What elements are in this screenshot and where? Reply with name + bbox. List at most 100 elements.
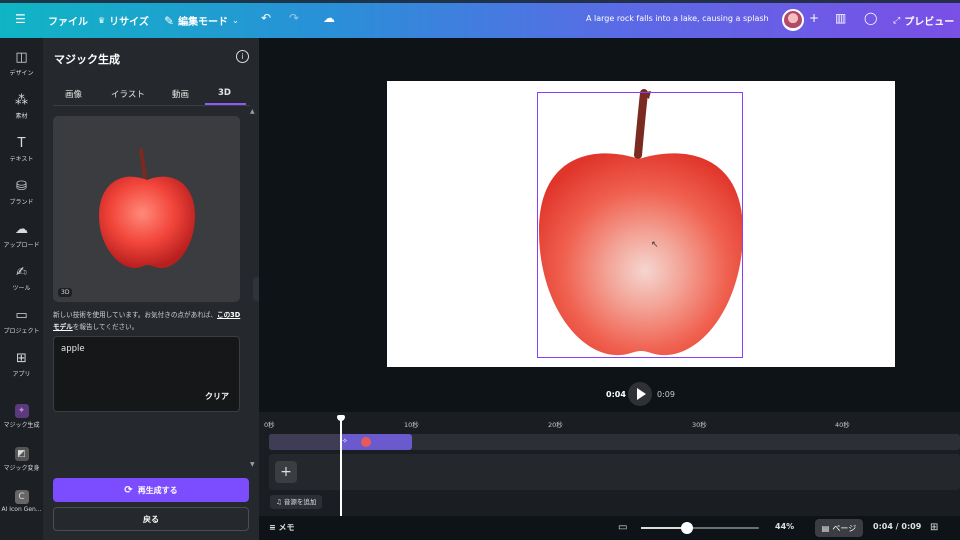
notes-button[interactable]: ≡ メモ [269, 522, 295, 533]
back-button[interactable]: 戻る [53, 507, 249, 531]
plus-icon: + [809, 11, 820, 25]
undo-icon: ↶ [261, 11, 272, 25]
rail-label: テキスト [9, 156, 34, 163]
active-tab-indicator [205, 103, 246, 105]
play-button[interactable] [628, 382, 652, 406]
clip-trimmed-region [269, 434, 340, 450]
tab-image[interactable]: 画像 [65, 88, 82, 100]
redo-icon: ↷ [289, 11, 300, 25]
rail-item-upload[interactable]: ☁ アップロード [0, 222, 43, 249]
hamburger-icon: ☰ [15, 12, 26, 26]
rail-item-brand[interactable]: ⛁ ブランド [0, 179, 43, 206]
menu-button[interactable]: ☰ [15, 12, 26, 26]
cloud-save-button[interactable]: ☁ [323, 11, 335, 25]
add-page-button[interactable]: + [275, 461, 297, 483]
music-note-icon: ♫ [276, 498, 282, 506]
current-time: 0:04 [606, 390, 626, 399]
rail-item-elements[interactable]: ⁂ 素材 [0, 93, 43, 120]
edit-mode-dropdown[interactable]: ✎ 編集モード ⌄ [164, 13, 239, 29]
rail-label: ブランド [9, 199, 34, 206]
empty-track [269, 454, 960, 490]
zoom-level[interactable]: 44% [775, 522, 794, 531]
tick-label: 40秒 [835, 421, 850, 429]
scroll-down-arrow[interactable]: ▼ [250, 461, 255, 468]
top-toolbar: ☰ ファイル ♛ リサイズ ✎ 編集モード ⌄ ↶ ↷ ☁ A large ro… [0, 0, 960, 38]
resize-button[interactable]: ♛ リサイズ [98, 13, 149, 28]
plus-icon: + [280, 464, 292, 480]
file-menu[interactable]: ファイル [48, 13, 88, 28]
tick-label: 10秒 [404, 421, 419, 429]
bar-chart-icon: ▥ [835, 11, 847, 25]
rail-label: アップロード [3, 242, 40, 249]
bottom-bar: ≡ メモ ▭ 44% ▤ ページ 0:04 / 0:09 ⊞ [259, 516, 960, 540]
comments-button[interactable]: ◯ [864, 11, 877, 25]
rail-label: マジック変身 [3, 465, 40, 472]
prompt-input[interactable]: apple クリア [53, 336, 240, 412]
animation-icon: ✧ [342, 437, 348, 445]
refresh-icon: ⟳ [124, 484, 133, 496]
brand-icon: ⛁ [16, 179, 27, 194]
rail-item-magic-media[interactable]: ✦ マジック生成 [0, 404, 43, 429]
preview-button[interactable]: ⤢ プレビュー [893, 13, 955, 29]
panel-title: マジック生成 [54, 53, 120, 66]
rail-label: 素材 [15, 113, 28, 120]
canvas-area: ↖ 0:04 0:09 [259, 38, 960, 412]
expand-icon: ⤢ [893, 15, 901, 26]
magic-media-icon: ✦ [14, 404, 29, 418]
design-page[interactable]: ↖ [387, 81, 895, 367]
rail-label: マジック生成 [3, 422, 40, 429]
left-icon-rail: ◫ デザイン ⁂ 素材 T テキスト ⛁ ブランド ☁ アップロード ✍ ツール ▭ プロジェ… [0, 38, 43, 540]
total-time: 0:09 [657, 390, 675, 399]
design-title[interactable]: A large rock falls into a lake, causing … [586, 14, 769, 23]
tab-illustration[interactable]: イラスト [111, 88, 145, 100]
add-audio-label: 音源を追加 [283, 498, 317, 506]
info-icon[interactable]: i [236, 50, 249, 63]
rail-label: AI Icon Gen... [1, 506, 42, 513]
notice-text: 新しい技術を使用しています。お気付きの点があれば、 [53, 311, 217, 319]
clip-thumbnail [361, 437, 371, 447]
tick-label: 20秒 [548, 421, 563, 429]
rail-item-projects[interactable]: ▭ プロジェクト [0, 308, 43, 335]
zoom-slider[interactable] [641, 527, 759, 529]
timeline-toggle-icon[interactable]: ▭ [618, 522, 627, 533]
clear-button[interactable]: クリア [205, 391, 229, 402]
rail-item-draw[interactable]: ✍ ツール [0, 265, 43, 292]
redo-button[interactable]: ↷ [289, 11, 299, 25]
ai-icon-gen-icon: C [14, 490, 29, 504]
text-icon: T [17, 136, 26, 151]
apple-thumbnail [99, 148, 195, 268]
pencil-icon: ✎ [164, 13, 175, 28]
elements-icon: ⁂ [15, 93, 28, 108]
notes-label: メモ [278, 523, 295, 532]
playhead[interactable] [340, 416, 342, 516]
tick-label: 0秒 [264, 421, 275, 429]
tick-label: 30秒 [692, 421, 707, 429]
undo-button[interactable]: ↶ [261, 11, 271, 25]
add-audio-button[interactable]: ♫ 音源を追加 [270, 495, 323, 509]
feedback-notice: 新しい技術を使用しています。お気付きの点があれば、この3Dモデルを報告してくださ… [53, 309, 243, 333]
tab-3d[interactable]: 3D [218, 88, 231, 98]
rail-item-design[interactable]: ◫ デザイン [0, 50, 43, 77]
rail-item-magic-morph[interactable]: ◩ マジック変身 [0, 447, 43, 472]
add-collaborator-button[interactable]: + [809, 11, 819, 25]
tab-video[interactable]: 動画 [172, 88, 189, 100]
generated-3d-result[interactable]: 3D [53, 116, 240, 302]
scroll-up-arrow[interactable]: ▲ [250, 108, 255, 115]
preview-label: プレビュー [904, 17, 955, 28]
rail-label: プロジェクト [3, 328, 40, 335]
rail-item-ai-icon-gen[interactable]: C AI Icon Gen... [0, 490, 43, 513]
rail-item-text[interactable]: T テキスト [0, 136, 43, 163]
grid-view-icon[interactable]: ⊞ [930, 522, 938, 533]
video-track[interactable]: ✧ [269, 434, 960, 450]
rail-item-apps[interactable]: ⊞ アプリ [0, 351, 43, 378]
zoom-slider-handle[interactable] [681, 522, 693, 534]
timeline-ruler: 0秒 10秒 20秒 30秒 40秒 [259, 412, 960, 430]
regenerate-button[interactable]: ⟳ 再生成する [53, 478, 249, 502]
avatar[interactable] [782, 9, 804, 31]
rail-label: ツール [12, 285, 31, 292]
resize-label: リサイズ [109, 17, 149, 28]
pages-button[interactable]: ▤ ページ [815, 519, 863, 537]
prompt-text: apple [61, 344, 85, 354]
insights-button[interactable]: ▥ [835, 11, 846, 25]
apps-icon: ⊞ [16, 351, 27, 366]
